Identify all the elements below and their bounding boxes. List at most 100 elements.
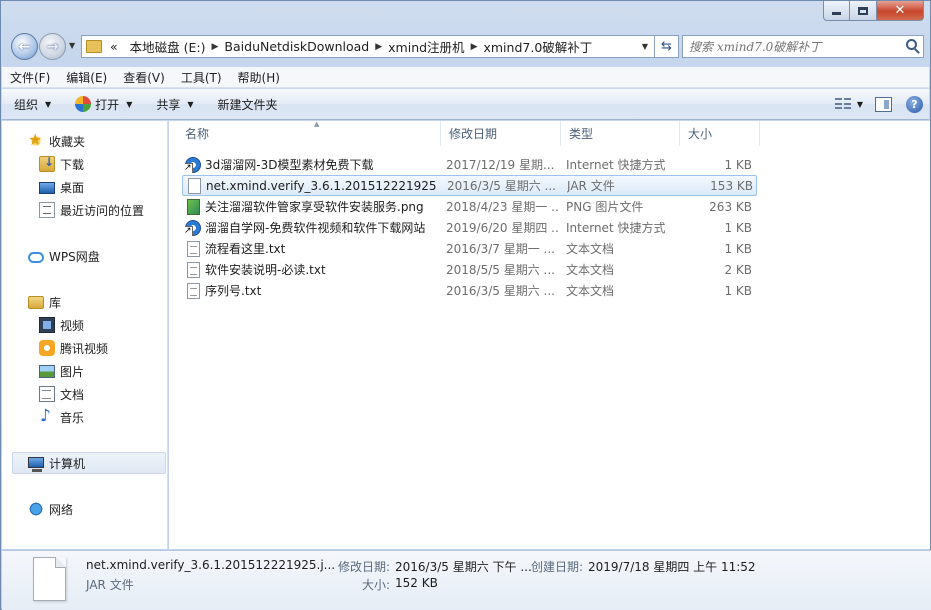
change-view-icon[interactable]	[834, 98, 851, 110]
back-button[interactable]: ←	[11, 33, 38, 60]
file-type: JAR 文件	[567, 179, 615, 193]
file-size: 263 KB	[709, 199, 752, 214]
maximize-button[interactable]	[850, 1, 877, 21]
column-header-name[interactable]: ▲ 名称	[177, 120, 441, 146]
file-row[interactable]: 软件安装说明-必读.txt 2018/5/5 星期六 ... 文本文档 2 KB	[182, 259, 757, 280]
refresh-icon: ⇆	[661, 39, 672, 54]
back-arrow-icon: ←	[18, 38, 31, 55]
sort-ascending-icon: ▲	[314, 120, 320, 128]
address-history-chevron-icon[interactable]: ▼	[642, 42, 648, 51]
nav-computer-label: 计算机	[49, 456, 86, 471]
toolbar-right-group: ▼ ?	[834, 89, 923, 119]
file-row[interactable]: 流程看这里.txt 2016/3/7 星期一 ... 文本文档 1 KB	[182, 238, 757, 259]
address-overflow[interactable]: «	[102, 39, 124, 54]
menu-tools[interactable]: 工具(T)	[173, 69, 230, 86]
dropdown-arrow-icon: ▼	[45, 99, 52, 109]
music-note-icon	[39, 406, 55, 426]
close-button[interactable]: ✕	[877, 1, 924, 21]
nav-pictures[interactable]: 图片	[39, 360, 84, 382]
pictures-icon	[39, 364, 55, 378]
search-input[interactable]	[689, 39, 899, 54]
file-date: 2019/6/20 星期四 ...	[446, 221, 558, 235]
file-row[interactable]: 溜溜自学网-免费软件视频和软件下载网站 2019/6/20 星期四 ... In…	[182, 217, 757, 238]
tencent-video-icon	[39, 340, 55, 356]
nav-wps-cloud[interactable]: WPS网盘	[28, 245, 100, 267]
txt-file-icon	[187, 282, 200, 299]
file-name: 3d溜溜网-3D模型素材免费下载	[205, 158, 374, 172]
file-type: 文本文档	[566, 284, 615, 298]
menu-file[interactable]: 文件(F)	[2, 69, 58, 86]
breadcrumb-current-folder[interactable]: xmind7.0破解补丁	[477, 37, 598, 56]
nav-libraries[interactable]: 库	[28, 291, 61, 313]
refresh-button[interactable]: ⇆	[655, 35, 679, 58]
nav-downloads[interactable]: 下载	[39, 153, 84, 175]
file-size: 153 KB	[710, 178, 753, 193]
nav-tencent-video[interactable]: 腾讯视频	[39, 337, 108, 359]
menu-view[interactable]: 查看(V)	[115, 69, 173, 86]
view-options-dropdown-icon[interactable]: ▼	[857, 100, 863, 109]
navigation-pane: 收藏夹 下载 桌面 最近访问的位置 WPS网盘 库 视频 腾讯视频 图片 文档 …	[2, 121, 168, 549]
nav-downloads-label: 下载	[60, 157, 85, 172]
command-bar: 组织 ▼ 打开 ▼ 共享 ▼ 新建文件夹 ▼ ?	[2, 89, 929, 120]
breadcrumb-separator-icon[interactable]: ▶	[471, 42, 478, 52]
forward-button[interactable]: →	[39, 33, 66, 60]
dropdown-arrow-icon: ▼	[187, 99, 194, 109]
recent-places-icon	[39, 202, 55, 218]
file-row[interactable]: 3d溜溜网-3D模型素材免费下载 2017/12/19 星期... Intern…	[182, 154, 757, 175]
nav-favorites[interactable]: 收藏夹	[28, 130, 85, 152]
minimize-button[interactable]	[823, 1, 850, 21]
menu-help[interactable]: 帮助(H)	[230, 69, 288, 86]
search-box[interactable]	[682, 35, 924, 58]
preview-pane-icon[interactable]	[875, 96, 892, 112]
breadcrumb-drive[interactable]: 本地磁盘 (E:)	[124, 37, 212, 56]
file-date: 2016/3/5 星期六 ...	[446, 284, 555, 298]
file-date: 2017/12/19 星期...	[446, 158, 555, 172]
nav-videos-label: 视频	[60, 318, 85, 333]
url-shortcut-icon	[185, 219, 201, 236]
menu-edit[interactable]: 编辑(E)	[58, 69, 115, 86]
share-button[interactable]: 共享 ▼	[144, 89, 205, 119]
nav-network-label: 网络	[49, 502, 74, 517]
file-type: PNG 图片文件	[566, 200, 644, 214]
breadcrumb-separator-icon[interactable]: ▶	[212, 42, 219, 52]
column-header-date[interactable]: 修改日期	[441, 121, 561, 146]
organize-label: 组织	[14, 97, 39, 112]
nav-libraries-label: 库	[49, 295, 62, 310]
file-row[interactable]: 关注溜溜软件管家享受软件安装服务.png 2018/4/23 星期一 ... P…	[182, 196, 757, 217]
nav-recent-label: 最近访问的位置	[60, 203, 145, 218]
details-modified-value: 2016/3/5 星期六 下午 ...	[395, 560, 532, 574]
file-name: 关注溜溜软件管家享受软件安装服务.png	[205, 200, 424, 214]
file-row[interactable]: 序列号.txt 2016/3/5 星期六 ... 文本文档 1 KB	[182, 280, 757, 301]
column-header-size[interactable]: 大小	[680, 121, 760, 146]
column-header-type[interactable]: 类型	[561, 121, 680, 146]
search-icon[interactable]	[906, 39, 917, 50]
nav-music[interactable]: 音乐	[39, 406, 84, 428]
new-folder-button[interactable]: 新建文件夹	[206, 89, 290, 119]
open-button[interactable]: 打开 ▼	[63, 89, 144, 119]
nav-computer[interactable]: 计算机	[12, 452, 166, 474]
breadcrumb-xmind-keygen[interactable]: xmind注册机	[382, 37, 470, 56]
txt-file-icon	[187, 240, 200, 257]
column-date-label: 修改日期	[449, 127, 498, 141]
file-name: 流程看这里.txt	[205, 242, 286, 256]
nav-network[interactable]: 网络	[28, 498, 73, 520]
nav-documents[interactable]: 文档	[39, 383, 84, 405]
nav-videos[interactable]: 视频	[39, 314, 84, 336]
minimize-icon	[832, 12, 841, 15]
organize-button[interactable]: 组织 ▼	[2, 89, 63, 119]
nav-favorites-label: 收藏夹	[49, 134, 86, 149]
address-bar[interactable]: « 本地磁盘 (E:) ▶ BaiduNetdiskDownload ▶ xmi…	[81, 35, 655, 58]
jar-file-icon	[188, 177, 201, 194]
network-icon	[28, 501, 44, 517]
help-icon[interactable]: ?	[906, 95, 923, 113]
breadcrumb-baidunetdisk[interactable]: BaiduNetdiskDownload	[218, 39, 375, 54]
breadcrumb-separator-icon[interactable]: ▶	[375, 42, 382, 52]
nav-desktop[interactable]: 桌面	[39, 176, 84, 198]
nav-tencent-label: 腾讯视频	[60, 341, 109, 356]
open-label: 打开	[95, 97, 120, 112]
file-row-selected[interactable]: net.xmind.verify_3.6.1.201512221925.j...…	[182, 175, 757, 196]
nav-recent-places[interactable]: 最近访问的位置	[39, 199, 144, 221]
file-size: 1 KB	[724, 157, 752, 172]
recent-pages-dropdown[interactable]: ▼	[69, 41, 75, 50]
file-name: 序列号.txt	[205, 284, 262, 298]
